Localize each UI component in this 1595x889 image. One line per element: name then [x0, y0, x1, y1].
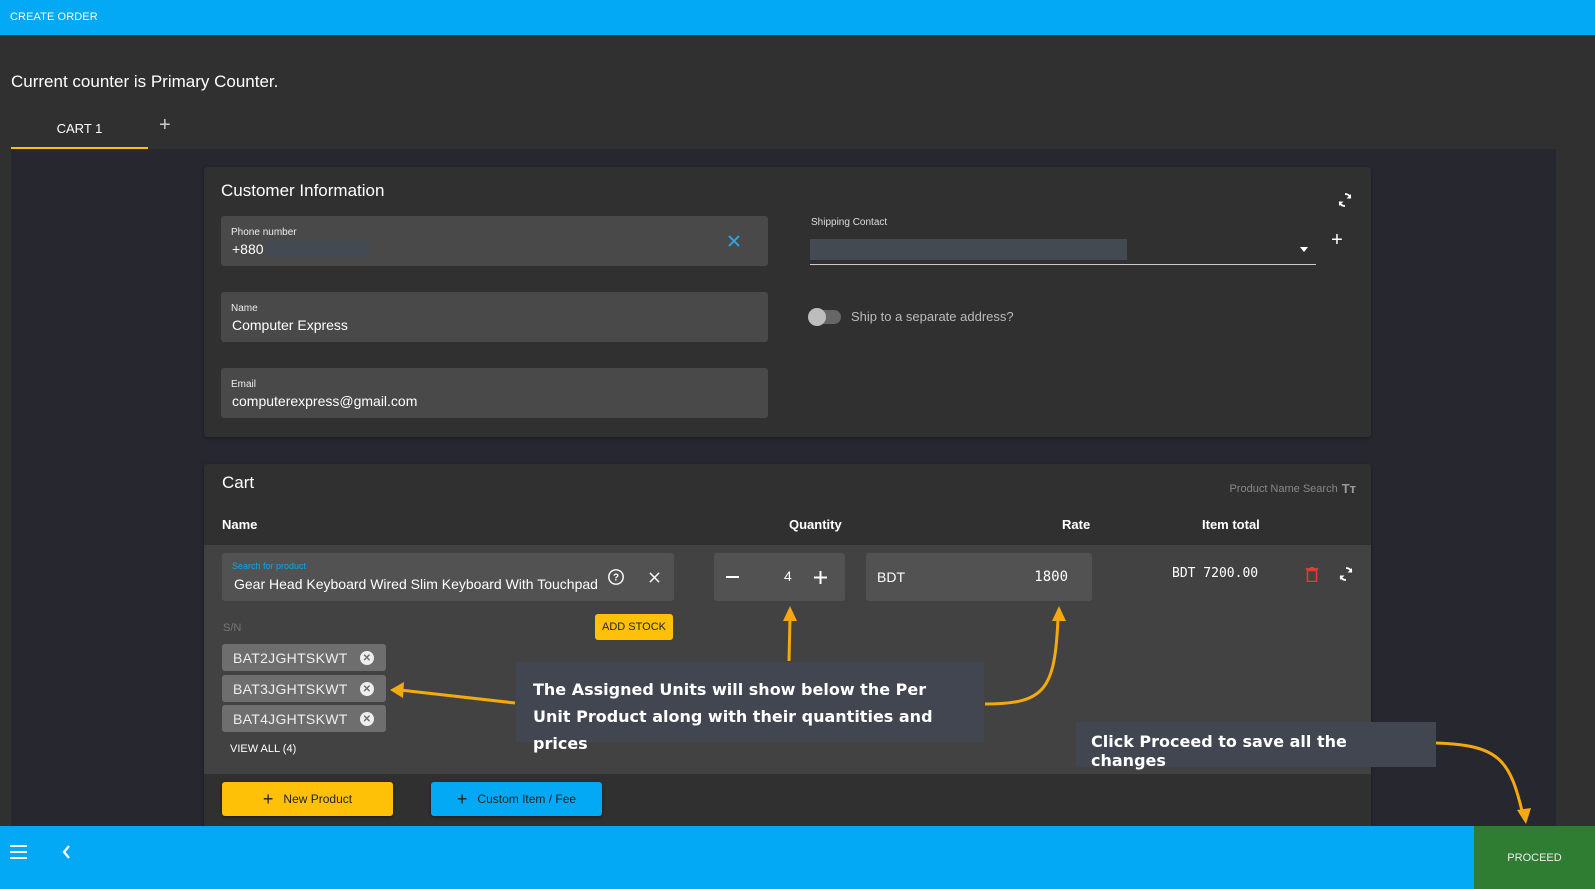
cart-card-title: Cart: [222, 473, 255, 492]
new-product-label: New Product: [283, 792, 353, 806]
annotation-click-proceed: Click Proceed to save all the changes: [1076, 722, 1436, 770]
column-header-item-total: Item total: [1202, 517, 1260, 532]
rate-currency: BDT: [877, 569, 905, 585]
email-value: computerexpress@gmail.com: [232, 393, 418, 409]
clear-phone-icon[interactable]: [725, 232, 743, 250]
remove-serial-icon[interactable]: ✕: [360, 651, 374, 665]
customer-information-card: Customer Information Phone number +880 N…: [204, 167, 1371, 437]
tab-label: CART 1: [56, 121, 103, 136]
serial-chip: BAT2JGHTSKWT ✕: [222, 644, 386, 671]
text-size-icon: Tт: [1341, 481, 1356, 496]
search-mode-label: Product Name Search: [1229, 482, 1338, 495]
counter-message: Current counter is Primary Counter.: [11, 72, 279, 91]
add-cart-tab-button[interactable]: +: [159, 114, 171, 137]
refresh-customer-icon[interactable]: [1335, 190, 1355, 210]
redacted-shipping-contact: [810, 239, 1127, 260]
email-field[interactable]: Email computerexpress@gmail.com: [221, 368, 768, 418]
help-icon[interactable]: ?: [606, 567, 626, 587]
tab-cart-1[interactable]: CART 1: [11, 112, 148, 149]
ship-separate-label: Ship to a separate address?: [851, 309, 1014, 324]
clear-product-icon[interactable]: [646, 569, 662, 585]
create-order-page: CREATE ORDER Current counter is Primary …: [0, 0, 1595, 889]
phone-label: Phone number: [231, 227, 297, 238]
plus-icon: +: [456, 789, 468, 809]
item-total-value: BDT 7200.00: [1172, 566, 1259, 581]
increment-button[interactable]: [811, 568, 829, 586]
name-value: Computer Express: [232, 317, 348, 333]
proceed-button[interactable]: PROCEED: [1474, 826, 1595, 889]
name-field[interactable]: Name Computer Express: [221, 292, 768, 342]
phone-value: +880: [232, 241, 264, 257]
product-name-search-toggle[interactable]: Product Name Search Tт: [1229, 481, 1356, 496]
column-header-rate: Rate: [1062, 517, 1091, 532]
serial-chip-label: BAT3JGHTSKWT: [233, 680, 348, 697]
name-label: Name: [231, 303, 258, 314]
serial-chip: BAT3JGHTSKWT ✕: [222, 675, 386, 702]
toggle-knob: [808, 308, 826, 326]
annotation-assigned-units: The Assigned Units will show below the P…: [516, 662, 984, 753]
top-app-bar: CREATE ORDER: [0, 0, 1595, 35]
add-shipping-contact-icon[interactable]: +: [1328, 229, 1346, 251]
menu-icon[interactable]: [8, 842, 28, 862]
serial-chip-label: BAT2JGHTSKWT: [233, 649, 348, 666]
back-chevron-icon[interactable]: [56, 842, 76, 862]
rate-value: 1800: [1034, 569, 1068, 585]
view-all-serials-link[interactable]: VIEW ALL (4): [230, 743, 296, 755]
quantity-stepper[interactable]: 4: [714, 553, 845, 601]
remove-serial-icon[interactable]: ✕: [360, 682, 374, 696]
serial-chip: BAT4JGHTSKWT ✕: [222, 705, 386, 732]
column-header-name: Name: [222, 517, 258, 532]
quantity-value: 4: [784, 568, 792, 584]
add-stock-button[interactable]: ADD STOCK: [595, 614, 673, 640]
remove-serial-icon[interactable]: ✕: [360, 712, 374, 726]
product-name: Gear Head Keyboard Wired Slim Keyboard W…: [234, 576, 598, 592]
redacted-phone: [266, 241, 369, 257]
phone-number-field[interactable]: Phone number +880: [221, 216, 768, 266]
serial-chip-label: BAT4JGHTSKWT: [233, 710, 348, 727]
delete-item-icon[interactable]: [1304, 565, 1320, 583]
cart-card: Cart Product Name Search Tт Name Quantit…: [204, 464, 1371, 844]
plus-icon: +: [262, 789, 274, 809]
custom-item-label: Custom Item / Fee: [477, 792, 577, 806]
column-header-quantity: Quantity: [789, 517, 842, 532]
app-title: CREATE ORDER: [10, 11, 98, 23]
shipping-contact-label: Shipping Contact: [811, 217, 888, 228]
bottom-bar: PROCEED: [0, 826, 1595, 889]
new-product-button[interactable]: + New Product: [222, 782, 393, 816]
custom-item-fee-button[interactable]: + Custom Item / Fee: [431, 782, 602, 816]
customer-card-title: Customer Information: [221, 181, 385, 200]
ship-separate-toggle[interactable]: [808, 308, 841, 326]
refresh-item-icon[interactable]: [1336, 564, 1356, 584]
email-label: Email: [231, 379, 257, 390]
serial-number-label: S/N: [223, 622, 242, 634]
decrement-button[interactable]: [723, 568, 741, 586]
shipping-contact-select[interactable]: [810, 235, 1316, 265]
product-search-input[interactable]: Search for product Gear Head Keyboard Wi…: [222, 553, 674, 601]
rate-input[interactable]: BDT 1800: [866, 553, 1092, 601]
cart-tabs: CART 1 +: [11, 112, 211, 149]
chevron-down-icon: [1300, 247, 1308, 252]
product-search-label: Search for product: [232, 561, 307, 571]
svg-text:?: ?: [613, 573, 619, 584]
